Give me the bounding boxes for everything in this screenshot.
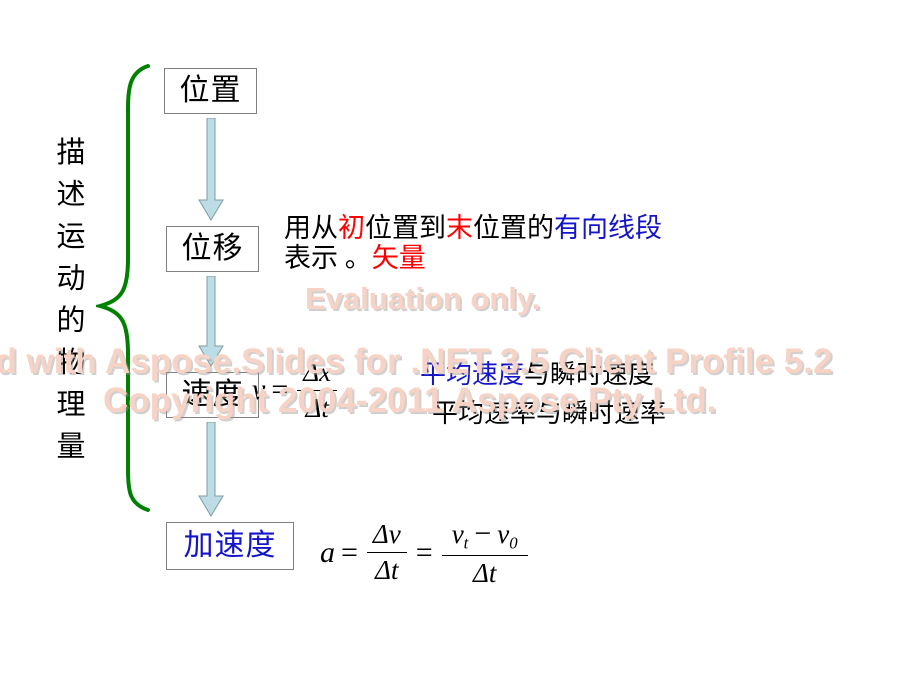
fraction-denominator: Δt (305, 392, 329, 423)
side-label-char: 运 (56, 221, 86, 253)
text-run-red: 矢量 (371, 243, 426, 274)
side-label-char: 物 (56, 347, 86, 379)
side-label-char: 的 (56, 305, 86, 337)
watermark-line-1: Evaluation only. (305, 281, 541, 316)
displacement-description-line1: 用从初位置到末位置的有向线段 (284, 214, 662, 242)
side-label-char: 描 (56, 137, 86, 169)
formula-lhs: a (320, 535, 335, 569)
text-run-red: 末 (446, 213, 473, 243)
side-label-char: 量 (56, 431, 86, 463)
text-run: 与瞬时速度 (524, 360, 655, 389)
fraction-delta-x-over-delta-t: Δx Δt (297, 355, 338, 426)
slide-canvas: 描 述 运 动 的 物 理 量 位置 位移 速度 加速度 用从初位置到末位置的有… (0, 0, 920, 690)
formula-lhs: v (252, 373, 266, 407)
formula-vt-subscript: t (463, 533, 469, 553)
flow-box-position[interactable]: 位置 (164, 68, 257, 114)
displacement-description: 用从初位置到末位置的有向线段 表示 。矢量 (284, 214, 662, 272)
text-run-blue: 平均速度 (420, 360, 525, 389)
side-label-char: 动 (56, 263, 86, 295)
down-arrow-icon (198, 118, 224, 221)
formula-v0-subscript: 0 (509, 533, 518, 553)
text-run: 位置到 (365, 213, 446, 243)
formula-v0: v (497, 519, 510, 549)
text-run: 用从 (284, 213, 338, 243)
flow-box-label: 位移 (181, 232, 244, 265)
fraction-numerator: vt − v0 (442, 515, 528, 555)
flow-box-label: 速度 (181, 378, 244, 411)
formula-minus: − (474, 517, 492, 550)
flow-box-displacement[interactable]: 位移 (166, 226, 259, 272)
green-brace-icon (96, 64, 150, 512)
velocity-description: 平均速度与瞬时速度 平均速率与瞬时速率 (420, 361, 666, 427)
fraction-numerator: Δx (303, 357, 332, 387)
flow-box-label: 加速度 (183, 529, 277, 562)
fraction-denominator: Δt (375, 555, 399, 586)
formula-equals: = (341, 535, 358, 569)
fraction-delta-v-over-delta-t: Δv Δt (366, 517, 407, 588)
formula-equals: = (415, 535, 433, 569)
side-label-column: 描 述 运 动 的 物 理 量 (46, 132, 96, 468)
flow-box-acceleration[interactable]: 加速度 (166, 522, 294, 570)
formula-vt: v (451, 519, 464, 549)
text-run-blue: 有向线段 (554, 213, 662, 243)
flow-box-velocity[interactable]: 速度 (166, 372, 259, 418)
velocity-description-line1: 平均速度与瞬时速度 (420, 361, 666, 388)
fraction-denominator: Δt (472, 557, 497, 588)
fraction-vt-minus-v0-over-delta-t: vt − v0 Δt (441, 515, 528, 591)
side-label-char: 述 (56, 179, 86, 211)
fraction-numerator: Δv (372, 519, 401, 550)
text-run-red: 初 (338, 213, 365, 243)
text-run: 表示 。 (284, 243, 372, 274)
flow-box-label: 位置 (179, 74, 242, 107)
text-run: 位置的 (473, 213, 554, 243)
velocity-description-line2: 平均速率与瞬时速率 (432, 399, 667, 429)
acceleration-formula: a = Δv Δt = vt − v0 Δt (320, 515, 531, 591)
formula-equals: = (271, 373, 289, 407)
side-label-char: 理 (56, 389, 86, 421)
displacement-description-line2: 表示 。矢量 (284, 244, 662, 272)
down-arrow-icon (198, 422, 224, 517)
down-arrow-icon (198, 276, 224, 367)
velocity-formula: v = Δx Δt (252, 355, 340, 426)
